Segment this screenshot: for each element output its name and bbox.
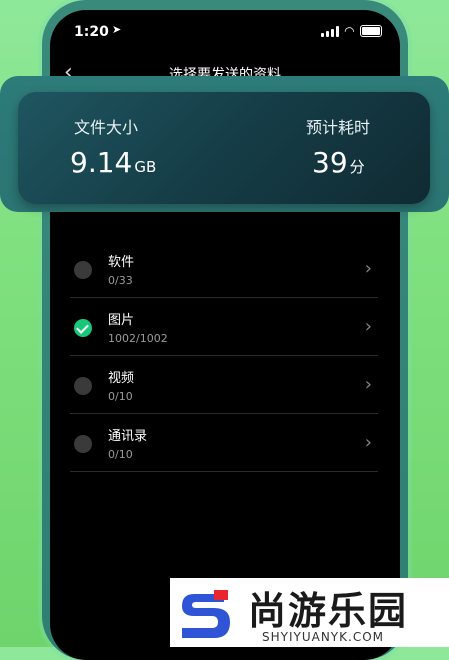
file-size-label: 文件大小: [74, 118, 139, 137]
radio-unchecked-icon[interactable]: [74, 377, 92, 395]
estimated-time-unit: 分: [349, 158, 365, 176]
watermark-logo-icon: [182, 590, 230, 638]
signal-icon: [320, 25, 339, 37]
status-time: 1:20: [74, 24, 109, 40]
watermark-text: 尚游乐园: [248, 589, 409, 633]
item-title: 图片: [108, 313, 135, 328]
list-item-videos[interactable]: 视频 0/10 ›: [70, 356, 378, 414]
item-count: 1002/1002: [108, 332, 168, 345]
item-title: 通讯录: [108, 429, 148, 444]
estimated-time-value: 39 分: [312, 146, 365, 179]
estimated-time-number: 39: [312, 146, 348, 179]
item-count: 0/10: [108, 448, 133, 461]
chevron-right-icon: ›: [364, 432, 372, 453]
file-size-unit: GB: [134, 158, 157, 176]
item-count: 0/33: [108, 274, 133, 287]
chevron-right-icon: ›: [364, 316, 372, 337]
location-icon: ➤: [112, 23, 122, 36]
chevron-right-icon: ›: [364, 374, 372, 395]
battery-icon: [360, 25, 382, 37]
item-title: 视频: [108, 371, 135, 386]
status-icons: ◠: [320, 24, 382, 38]
file-size-number: 9.14: [70, 146, 133, 179]
radio-unchecked-icon[interactable]: [74, 435, 92, 453]
data-category-list: 软件 0/33 › 图片 1002/1002 › 视频 0/10 › 通讯录 0…: [70, 240, 378, 472]
list-item-software[interactable]: 软件 0/33 ›: [70, 240, 378, 298]
item-count: 0/10: [108, 390, 133, 403]
chevron-right-icon: ›: [364, 258, 372, 279]
estimated-time-label: 预计耗时: [306, 118, 371, 137]
radio-unchecked-icon[interactable]: [74, 261, 92, 279]
status-bar: 1:20 ➤ ◠: [50, 10, 400, 54]
list-item-photos[interactable]: 图片 1002/1002 ›: [70, 298, 378, 356]
watermark-url: SHYIYUANYK.COM: [262, 630, 384, 644]
watermark: 尚游乐园 SHYIYUANYK.COM: [170, 578, 449, 647]
list-item-contacts[interactable]: 通讯录 0/10 ›: [70, 414, 378, 472]
item-title: 软件: [108, 255, 135, 270]
summary-card: 文件大小 9.14 GB 预计耗时 39 分: [18, 92, 430, 204]
file-size-value: 9.14 GB: [70, 146, 156, 179]
wifi-icon: ◠: [344, 24, 354, 38]
radio-checked-icon[interactable]: [74, 319, 92, 337]
